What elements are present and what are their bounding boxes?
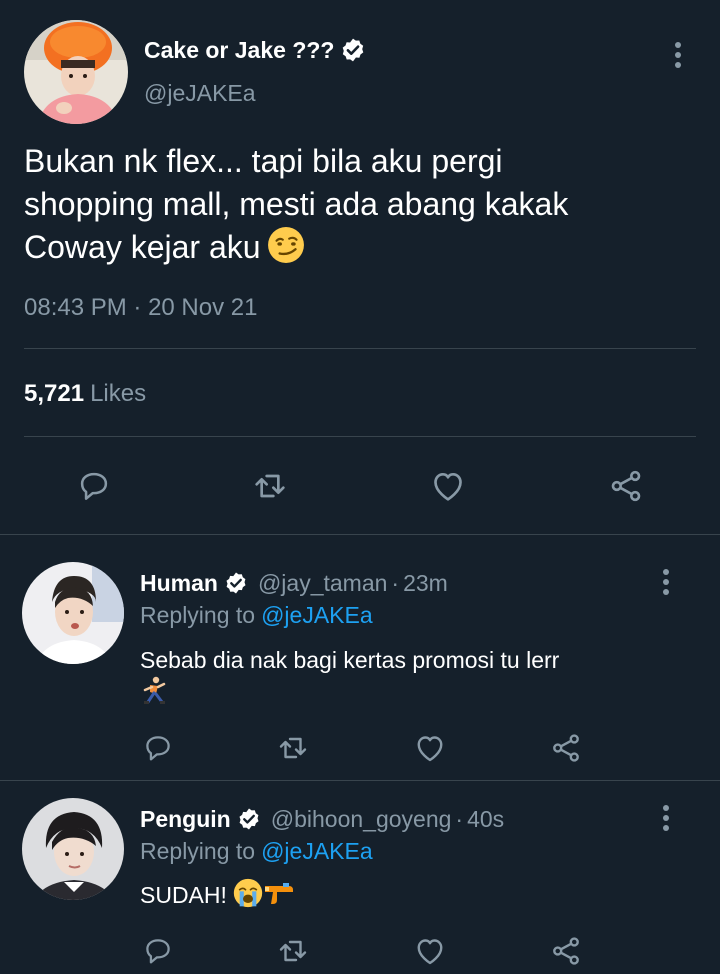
tweet-date: 20 Nov 21 <box>148 294 258 321</box>
main-author-name-row: Cake or Jake ??? <box>144 34 366 66</box>
reply-author-avatar[interactable] <box>22 798 124 900</box>
reply-header: Penguin @bihoon_goyeng · 40s <box>140 804 504 834</box>
reply-icon <box>75 467 113 505</box>
reply-button[interactable] <box>138 728 178 768</box>
water-pistol-icon <box>263 878 295 916</box>
reply-header: Human @jay_taman · 23m <box>140 568 448 598</box>
likes-stat[interactable]: 5,721 Likes <box>24 380 146 408</box>
replying-to: Replying to @jeJAKEa <box>140 838 373 865</box>
reply-author-avatar[interactable] <box>22 562 124 664</box>
divider <box>24 348 696 349</box>
reply-author-handle[interactable]: @jay_taman <box>258 570 387 597</box>
replying-to-mention[interactable]: @jeJAKEa <box>261 838 373 864</box>
tweet-detail-page: Cake or Jake ??? @jeJAKEa Bukan nk flex.… <box>0 0 720 974</box>
main-author-name[interactable]: Cake or Jake ??? <box>144 37 334 64</box>
share-button[interactable] <box>546 728 586 768</box>
reply-button[interactable] <box>138 931 178 971</box>
verified-badge-icon <box>224 571 248 595</box>
retweet-icon <box>275 933 311 969</box>
heart-icon <box>412 730 448 766</box>
reply-separator: · <box>391 569 400 596</box>
reply-text-body: SUDAH! <box>140 882 227 908</box>
more-vertical-icon[interactable] <box>661 803 671 833</box>
more-vertical-icon[interactable] <box>673 40 683 70</box>
like-button[interactable] <box>410 931 450 971</box>
reply-author-name[interactable]: Penguin <box>140 806 231 833</box>
heart-icon <box>428 466 468 506</box>
main-author-avatar[interactable] <box>24 20 128 124</box>
reply-time[interactable]: 23m <box>403 570 448 597</box>
tweet-time: 08:43 PM <box>24 294 127 321</box>
retweet-button[interactable] <box>273 728 313 768</box>
reply-text-body: Sebab dia nak bagi kertas promosi tu ler… <box>140 647 560 673</box>
reply-icon <box>141 731 175 765</box>
share-icon <box>548 730 584 766</box>
like-button[interactable] <box>410 728 450 768</box>
reply-text: Sebab dia nak bagi kertas promosi tu ler… <box>140 644 680 714</box>
share-button[interactable] <box>546 931 586 971</box>
divider <box>0 780 720 781</box>
verified-badge-icon <box>237 807 261 831</box>
retweet-icon <box>250 466 290 506</box>
likes-label: Likes <box>90 380 147 407</box>
share-button[interactable] <box>606 466 646 506</box>
divider <box>0 534 720 535</box>
reply-button[interactable] <box>74 466 114 506</box>
reply-text: SUDAH! <box>140 878 680 916</box>
replying-to-label: Replying to <box>140 602 256 628</box>
person-running-emoji-icon <box>140 676 168 714</box>
timestamp-separator: · <box>126 294 149 321</box>
more-vertical-icon[interactable] <box>661 567 671 597</box>
share-icon <box>606 466 646 506</box>
reply-time[interactable]: 40s <box>467 806 504 833</box>
divider <box>24 436 696 437</box>
retweet-icon <box>275 730 311 766</box>
replying-to-mention[interactable]: @jeJAKEa <box>261 602 373 628</box>
retweet-button[interactable] <box>250 466 290 506</box>
replying-to-label: Replying to <box>140 838 256 864</box>
heart-icon <box>412 933 448 969</box>
loudly-crying-face-icon <box>233 878 263 916</box>
reply-author-name[interactable]: Human <box>140 570 218 597</box>
replying-to: Replying to @jeJAKEa <box>140 602 373 629</box>
like-button[interactable] <box>428 466 468 506</box>
reply-separator: · <box>455 805 464 832</box>
verified-badge-icon <box>340 37 366 63</box>
smirking-face-icon <box>267 226 305 275</box>
retweet-button[interactable] <box>273 931 313 971</box>
reply-author-handle[interactable]: @bihoon_goyeng <box>271 806 452 833</box>
likes-count: 5,721 <box>24 380 85 407</box>
main-tweet-text: Bukan nk flex... tapi bila aku pergi sho… <box>24 140 704 275</box>
share-icon <box>548 933 584 969</box>
main-tweet: Cake or Jake ??? @jeJAKEa Bukan nk flex.… <box>0 0 720 534</box>
main-author-handle[interactable]: @jeJAKEa <box>144 80 256 107</box>
reply-icon <box>141 934 175 968</box>
tweet-timestamp[interactable]: 08:43 PM · 20 Nov 21 <box>24 294 257 322</box>
